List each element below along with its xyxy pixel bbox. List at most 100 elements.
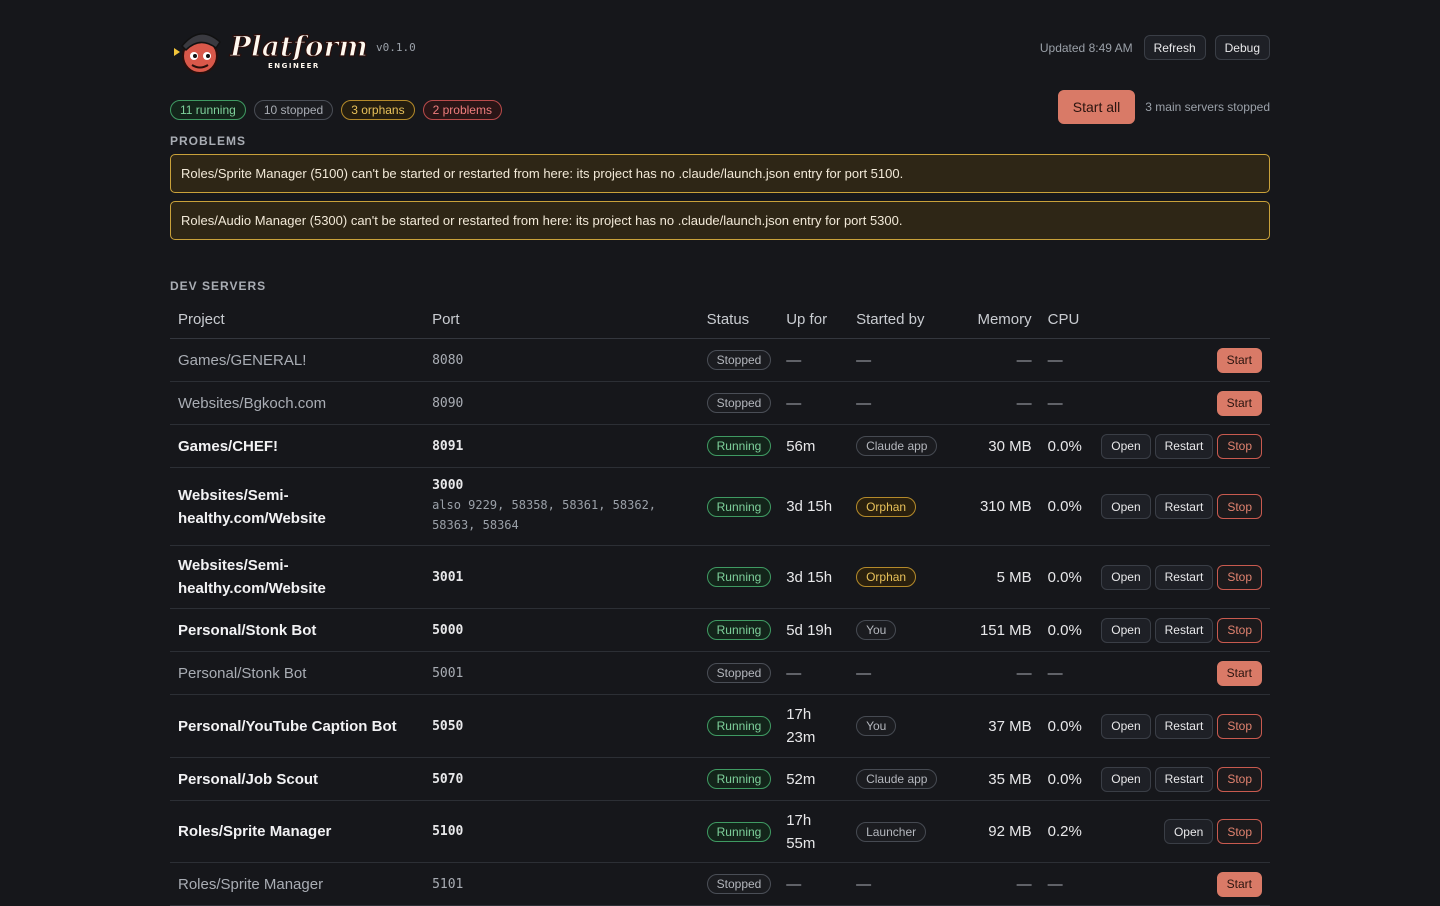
open-button[interactable]: Open [1163, 819, 1214, 844]
status-badge: Running [706, 496, 772, 517]
cpu-value: 0.0% [1031, 757, 1098, 801]
started-by-badge: You [856, 716, 897, 736]
refresh-button[interactable]: Refresh [1143, 35, 1206, 60]
project-name: Personal/Stonk Bot [178, 621, 317, 639]
cpu-value: 0.2% [1031, 800, 1098, 863]
uptime: 17h 55m [786, 811, 816, 852]
svg-text:Platform: Platform [229, 30, 368, 63]
orphans-count-badge[interactable]: 3 orphans [341, 100, 415, 120]
project-name: Games/CHEF! [178, 437, 279, 455]
start-button[interactable]: Start [1216, 347, 1262, 373]
stop-button[interactable]: Stop [1217, 766, 1262, 792]
svg-text:ENGINEER: ENGINEER [268, 62, 320, 70]
platform-engineer-logo: Platform ENGINEER [174, 29, 368, 74]
cpu-value: 0.0% [1031, 467, 1098, 546]
uptime-empty: — [786, 351, 802, 369]
status-badge: Stopped [706, 350, 772, 370]
debug-button[interactable]: Debug [1214, 35, 1270, 60]
server-row: Personal/Job Scout 5070 Running 52m Claude a… [170, 757, 1270, 801]
project-name: Roles/Sprite Manager [178, 875, 324, 893]
column-header-startedby: Started by [856, 301, 948, 339]
memory-empty: — [1016, 351, 1032, 369]
started-by-empty: — [856, 875, 872, 893]
memory-value: 310 MB [947, 467, 1032, 546]
restart-button[interactable]: Restart [1154, 564, 1214, 590]
project-name: Roles/Sprite Manager [178, 823, 332, 840]
port-number: 5001 [432, 665, 464, 681]
port-number: 8090 [432, 395, 464, 411]
restart-button[interactable]: Restart [1154, 713, 1214, 739]
status-badge: Running [706, 769, 772, 789]
stop-button[interactable]: Stop [1217, 713, 1262, 739]
stop-button[interactable]: Stop [1217, 617, 1262, 643]
stop-button[interactable]: Stop [1217, 819, 1262, 844]
memory-value: 92 MB [947, 800, 1032, 863]
memory-value: 30 MB [947, 424, 1032, 468]
server-row: Roles/Sprite Manager 5100 Running 17h 55m La… [170, 800, 1270, 863]
restart-button[interactable]: Restart [1154, 494, 1214, 519]
server-row: Personal/Stonk Bot 5000 Running 5d 19h You 15… [170, 608, 1270, 652]
project-name: Websites/Bgkoch.com [178, 394, 327, 412]
uptime: 52m [786, 770, 816, 788]
started-by-empty: — [856, 664, 872, 682]
start-button[interactable]: Start [1216, 390, 1262, 416]
column-header-cpu: CPU [1031, 301, 1098, 339]
cpu-value: 0.0% [1031, 424, 1098, 468]
stop-button[interactable]: Stop [1217, 564, 1262, 590]
port-number: 3001 [432, 569, 464, 585]
stop-button[interactable]: Stop [1217, 494, 1262, 519]
cpu-value: 0.0% [1031, 694, 1098, 758]
started-by-badge: You [856, 620, 897, 640]
port-number: 8080 [432, 352, 464, 368]
open-button[interactable]: Open [1101, 766, 1151, 792]
open-button[interactable]: Open [1101, 433, 1151, 459]
running-count-badge[interactable]: 11 running [170, 100, 246, 120]
dev-servers-section-title: DEV SERVERS [170, 279, 267, 293]
cpu-empty: — [1047, 351, 1063, 369]
uptime-empty: — [786, 875, 802, 893]
status-badge: Stopped [706, 874, 772, 894]
start-button[interactable]: Start [1216, 871, 1262, 897]
server-row: Games/GENERAL! 8080 Stopped — — — — Start [170, 338, 1270, 382]
open-button[interactable]: Open [1101, 564, 1151, 590]
additional-ports: also 9229, 58358, 58361, 58362, 58363, 5… [432, 498, 657, 532]
restart-button[interactable]: Restart [1154, 433, 1214, 459]
server-row: Personal/YouTube Caption Bot 5050 Running 1… [170, 694, 1270, 758]
start-button[interactable]: Start [1216, 660, 1262, 686]
problems-count-badge[interactable]: 2 problems [422, 100, 502, 120]
problem-message: Roles/Audio Manager (5300) can't be star… [170, 201, 1270, 240]
restart-button[interactable]: Restart [1154, 766, 1214, 792]
stop-button[interactable]: Stop [1217, 433, 1262, 459]
updated-timestamp: Updated 8:49 AM [1039, 40, 1133, 55]
problem-message: Roles/Sprite Manager (5100) can't be sta… [170, 154, 1270, 193]
stopped-count-badge[interactable]: 10 stopped [253, 100, 334, 120]
port-number: 3000 [432, 478, 464, 493]
uptime-empty: — [786, 664, 802, 682]
version-label: v0.1.0 [376, 41, 416, 54]
memory-empty: — [1016, 664, 1032, 682]
started-by-badge: Launcher [856, 821, 927, 842]
open-button[interactable]: Open [1101, 494, 1151, 519]
project-name: Games/GENERAL! [178, 351, 307, 369]
start-all-button[interactable]: Start all [1057, 90, 1136, 124]
uptime: 17h 23m [786, 706, 816, 746]
status-badge: Stopped [706, 393, 772, 413]
cpu-empty: — [1047, 394, 1063, 412]
started-by-badge: Claude app [856, 769, 938, 789]
status-badge: Running [706, 716, 772, 736]
uptime: 5d 19h [786, 621, 833, 639]
memory-value: 5 MB [947, 545, 1032, 609]
column-header-port: Port [432, 301, 707, 339]
started-by-badge: Orphan [856, 567, 917, 587]
restart-button[interactable]: Restart [1154, 617, 1214, 643]
dev-servers-table: Project Port Status Up for Started by Me… [170, 301, 1270, 906]
uptime: 3d 15h [786, 498, 833, 515]
port-number: 5050 [432, 718, 464, 734]
open-button[interactable]: Open [1101, 713, 1151, 739]
cpu-empty: — [1047, 664, 1063, 682]
open-button[interactable]: Open [1101, 617, 1151, 643]
cpu-empty: — [1047, 875, 1063, 893]
started-by-badge: Orphan [856, 496, 917, 517]
uptime: 56m [786, 437, 816, 455]
uptime: 3d 15h [786, 568, 833, 586]
